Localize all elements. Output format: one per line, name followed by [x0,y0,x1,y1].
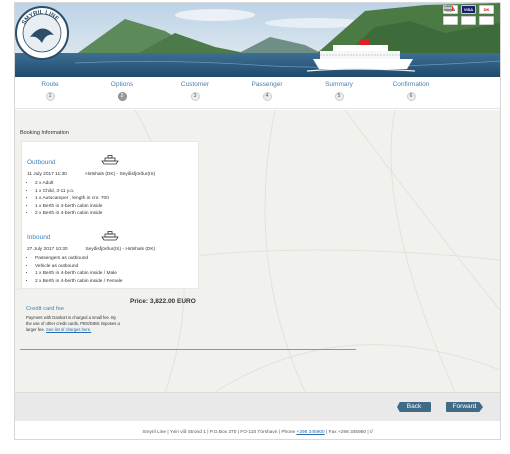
page-frame: SMYRIL LINE VISA VISA DK Route 1 Options [14,2,501,440]
list-item: Vehicle as outbound [35,263,122,271]
step-number: 1 [45,92,55,101]
step-number: 6 [406,92,416,101]
footer-tail: // [370,430,373,435]
step-label: Route [41,81,59,88]
step-label: Customer [180,81,210,88]
step-label: Confirmation [392,81,430,88]
other-card-icon [444,6,494,25]
list-item: 1 x Child, 3-11 y.o. [35,188,109,196]
outbound-meta: 11 July 2017 11:30 Hirtshals (DK) - Seyð… [27,172,195,177]
inbound-route: Seyðisfjörður(IS) - Hirtshals (DK) [85,247,156,252]
smyril-line-logo: SMYRIL LINE [15,6,69,60]
action-bar: Back Forward [15,392,500,421]
payment-cards: VISA VISA DK [443,5,494,25]
charges-list-link[interactable]: See list of charges here. [46,327,91,332]
footer-fax: | Fax +298 345950 | [324,430,370,435]
footer-phone-link[interactable]: +298 345900 [297,430,325,435]
step-route[interactable]: Route 1 [20,81,80,101]
main-content: Booking Information Outbound 11 July 201… [15,110,500,392]
step-number: 5 [334,92,344,101]
step-confirmation[interactable]: Confirmation 6 [381,81,441,101]
booking-steps: Route 1 Options 2 Customer 3 Passenger 4… [15,79,500,109]
step-label: Options [110,81,134,88]
footer-address: Smyril Line | Yviri við Strond 1 | P.O.B… [142,430,297,435]
back-button[interactable]: Back [397,402,431,412]
step-summary[interactable]: Summary 5 [309,81,369,101]
divider [20,349,356,350]
list-item: 1 x Berth in 4-berth cabin inside / Male [35,270,122,278]
step-passenger[interactable]: Passenger 4 [237,81,297,101]
inbound-meta: 27 July 2017 10:30 Seyðisfjörður(IS) - H… [27,247,195,252]
price-total: Price: 3,822.00 EURO [130,298,196,305]
outbound-items: 2 x Adult 1 x Child, 3-11 y.o. 1 x Autoc… [31,180,109,218]
outbound-date: 11 July 2017 11:30 [27,172,67,177]
footer: Smyril Line | Yviri við Strond 1 | P.O.B… [15,430,500,435]
outbound-route: Hirtshals (DK) - Seyðisfjörður(IS) [85,172,156,177]
header-banner: SMYRIL LINE VISA VISA DK [15,3,500,77]
banner-landscape [15,3,500,77]
forward-button[interactable]: Forward [446,402,483,412]
list-item: Passengers as outbound [35,255,122,263]
step-label: Summary [325,81,353,88]
step-options[interactable]: Options 2 [92,81,152,101]
list-item: 1 x Berth in 4-berth cabin inside [35,203,109,211]
section-title: Booking Information [20,130,69,136]
step-label: Passenger [251,81,283,88]
step-number: 4 [262,92,272,101]
step-number: 2 [117,92,127,101]
outbound-title: Outbound [27,159,56,166]
step-customer[interactable]: Customer 3 [165,81,225,101]
visa-electron-card-icon: VISA [461,5,476,14]
list-item: 2 x Berth in 4-berth cabin inside / Fema… [35,278,122,286]
mastercard-icon [443,5,458,25]
inbound-date: 27 July 2017 10:30 [27,247,68,252]
list-item: 2 x Berth in 4-berth cabin inside [35,210,109,218]
booking-info-box: Outbound 11 July 2017 11:30 Hirtshals (D… [21,141,199,289]
maestro-card-icon [444,5,476,25]
ship-icon [101,155,119,165]
inbound-title: Inbound [27,234,51,241]
step-number: 3 [190,92,200,101]
inbound-items: Passengers as outbound Vehicle as outbou… [31,255,122,285]
list-item: 2 x Adult [35,180,109,188]
dankort-card-icon: DK [479,5,494,14]
credit-card-fee-title: Credit card fee [26,306,65,312]
ship-icon [101,231,119,241]
credit-card-fee-text: Payment with Dankort is charged a small … [26,315,122,333]
list-item: 1 x Autocamper , length in cm: 700 [35,195,109,203]
